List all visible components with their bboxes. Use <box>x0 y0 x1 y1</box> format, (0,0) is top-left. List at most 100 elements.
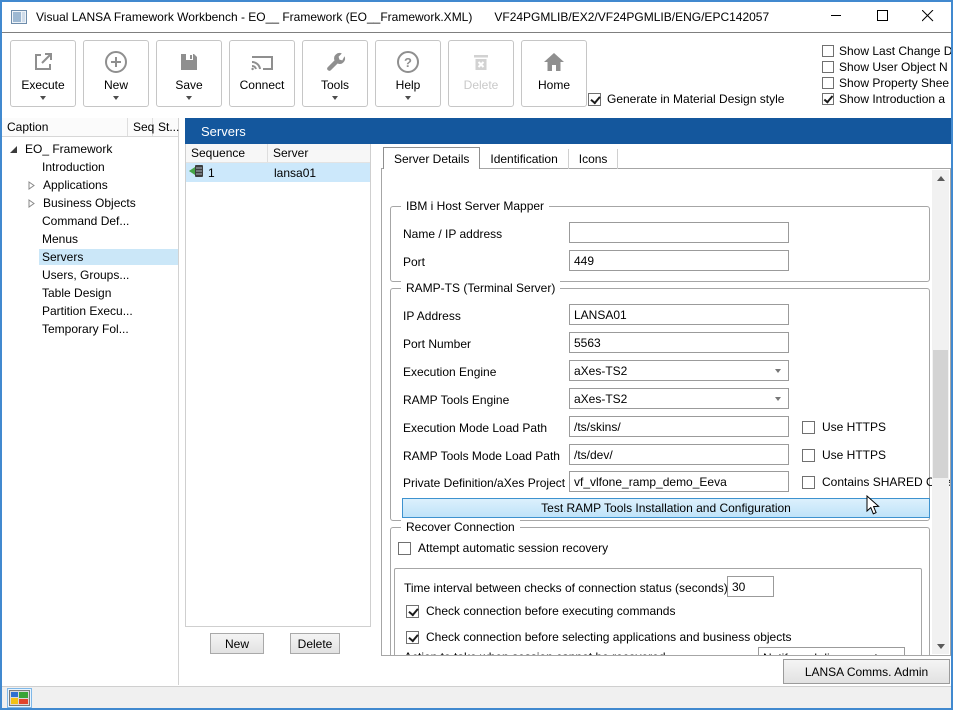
tree-item-partition-execution[interactable]: Partition Execu... <box>2 302 178 320</box>
new-server-button[interactable]: New <box>210 633 264 654</box>
test-ramp-tools-button[interactable]: Test RAMP Tools Installation and Configu… <box>402 498 930 518</box>
lansa-comms-admin-button[interactable]: LANSA Comms. Admin <box>783 659 950 684</box>
window-title: Visual LANSA Framework Workbench - EO__ … <box>36 10 472 24</box>
show-option-label: Show Property Shee <box>839 76 949 90</box>
check-before-selecting-checkbox[interactable] <box>406 631 419 644</box>
maximize-button[interactable] <box>859 2 905 32</box>
connect-cast-icon <box>249 48 275 76</box>
tree-item-eo-framework[interactable]: EO_ Framework <box>2 140 178 158</box>
execution-engine-select[interactable]: aXes-TS2 <box>569 360 789 381</box>
save-button[interactable]: Save <box>156 40 222 107</box>
home-button[interactable]: Home <box>521 40 587 107</box>
check-before-commands-checkbox[interactable] <box>406 605 419 618</box>
tree-header: Caption Seq St... <box>2 118 178 137</box>
attempt-recovery-label: Attempt automatic session recovery <box>418 541 608 555</box>
port-number-input[interactable] <box>569 332 789 353</box>
show-option-row: Show User Object N <box>822 60 953 73</box>
attempt-recovery-checkbox[interactable] <box>398 542 411 555</box>
tab-server-details[interactable]: Server Details <box>383 147 480 169</box>
check-before-selecting-option: Check connection before selecting applic… <box>406 630 792 644</box>
action-on-failure-label: Action to take when session cannot be re… <box>404 650 666 656</box>
expander-collapsed-icon[interactable] <box>26 199 36 208</box>
dropdown-caret-icon <box>332 96 338 100</box>
tree-item-business-objects[interactable]: Business Objects <box>2 194 178 212</box>
scroll-up-icon[interactable] <box>932 170 949 186</box>
ramp-tools-path-input[interactable] <box>569 444 789 465</box>
material-style-checkbox[interactable] <box>588 93 601 106</box>
tab-icons[interactable]: Icons <box>569 149 619 169</box>
column-sequence[interactable]: Sequence <box>186 144 268 162</box>
show-property-sheet-checkbox[interactable] <box>822 77 834 89</box>
tree-item-temporary-folder[interactable]: Temporary Fol... <box>2 320 178 338</box>
new-plus-icon <box>103 48 129 76</box>
tree-item-users-groups[interactable]: Users, Groups... <box>2 266 178 284</box>
expander-expanded-icon[interactable] <box>8 145 18 154</box>
name-ip-input[interactable] <box>569 222 789 243</box>
delete-button: Delete <box>448 40 514 107</box>
server-row-selected[interactable]: 1 lansa01 <box>186 163 370 182</box>
time-interval-input[interactable] <box>727 576 774 597</box>
column-caption[interactable]: Caption <box>2 118 128 136</box>
close-button[interactable] <box>905 2 951 32</box>
use-https-label: Use HTTPS <box>822 448 886 462</box>
tree-rows: EO_ Framework Introduction Applications … <box>2 137 178 338</box>
chevron-down-icon <box>775 397 781 401</box>
tab-identification[interactable]: Identification <box>480 149 568 169</box>
details-scrollbar[interactable] <box>932 170 949 654</box>
port-number-label: Port Number <box>403 337 471 351</box>
check-before-selecting-label: Check connection before selecting applic… <box>426 630 792 644</box>
show-option-row: Show Property Shee <box>822 76 953 89</box>
use-https-checkbox[interactable] <box>802 449 815 462</box>
tree-item-introduction[interactable]: Introduction <box>2 158 178 176</box>
column-st[interactable]: St... <box>153 118 178 136</box>
ramp-tools-engine-select[interactable]: aXes-TS2 <box>569 388 789 409</box>
tree-item-command-definitions[interactable]: Command Def... <box>2 212 178 230</box>
minimize-button[interactable] <box>813 2 859 32</box>
execution-engine-label: Execution Engine <box>403 365 496 379</box>
minimize-icon <box>831 10 842 24</box>
scroll-down-icon[interactable] <box>932 638 949 654</box>
dropdown-caret-icon <box>186 96 192 100</box>
port-input[interactable] <box>569 250 789 271</box>
window-controls <box>813 2 951 32</box>
show-introduction-checkbox[interactable] <box>822 93 834 105</box>
show-user-object-checkbox[interactable] <box>822 61 834 73</box>
delete-server-button[interactable]: Delete <box>290 633 340 654</box>
dropdown-caret-icon <box>40 96 46 100</box>
use-https-checkbox[interactable] <box>802 421 815 434</box>
action-on-failure-select[interactable]: Notify and disconnect <box>758 647 905 656</box>
tools-wrench-icon <box>323 48 347 76</box>
use-https-label: Use HTTPS <box>822 420 886 434</box>
help-button[interactable]: ? Help <box>375 40 441 107</box>
tree-item-table-design[interactable]: Table Design <box>2 284 178 302</box>
execution-mode-path-input[interactable] <box>569 416 789 437</box>
lansa-status-icon[interactable] <box>7 688 32 708</box>
app-window: Visual LANSA Framework Workbench - EO__ … <box>0 0 953 710</box>
use-https-option-2: Use HTTPS <box>802 448 886 462</box>
navigation-tree-panel: Caption Seq St... EO_ Framework Introduc… <box>2 118 179 685</box>
connect-button[interactable]: Connect <box>229 40 295 107</box>
help-label: Help <box>396 78 421 92</box>
column-server[interactable]: Server <box>268 144 370 162</box>
time-interval-label: Time interval between checks of connecti… <box>404 581 728 595</box>
new-button[interactable]: New <box>83 40 149 107</box>
show-last-change-checkbox[interactable] <box>822 45 834 57</box>
scrollbar-thumb[interactable] <box>933 350 948 478</box>
tree-item-menus[interactable]: Menus <box>2 230 178 248</box>
show-option-label: Show Last Change D <box>839 44 952 58</box>
column-seq[interactable]: Seq <box>128 118 153 136</box>
tree-item-label: Applications <box>40 177 111 193</box>
title-bar: Visual LANSA Framework Workbench - EO__ … <box>2 2 951 33</box>
private-definition-input[interactable] <box>569 471 789 492</box>
execute-label: Execute <box>21 78 64 92</box>
dropdown-caret-icon <box>405 96 411 100</box>
tree-item-servers[interactable]: Servers <box>2 248 178 266</box>
action-on-failure-value: Notify and disconnect <box>763 651 878 657</box>
contains-shared-checkbox[interactable] <box>802 476 815 489</box>
expander-collapsed-icon[interactable] <box>26 181 36 190</box>
ip-address-input[interactable] <box>569 304 789 325</box>
execute-button[interactable]: Execute <box>10 40 76 107</box>
tree-item-applications[interactable]: Applications <box>2 176 178 194</box>
tools-button[interactable]: Tools <box>302 40 368 107</box>
contains-shared-option: Contains SHARED Obje <box>802 475 951 489</box>
